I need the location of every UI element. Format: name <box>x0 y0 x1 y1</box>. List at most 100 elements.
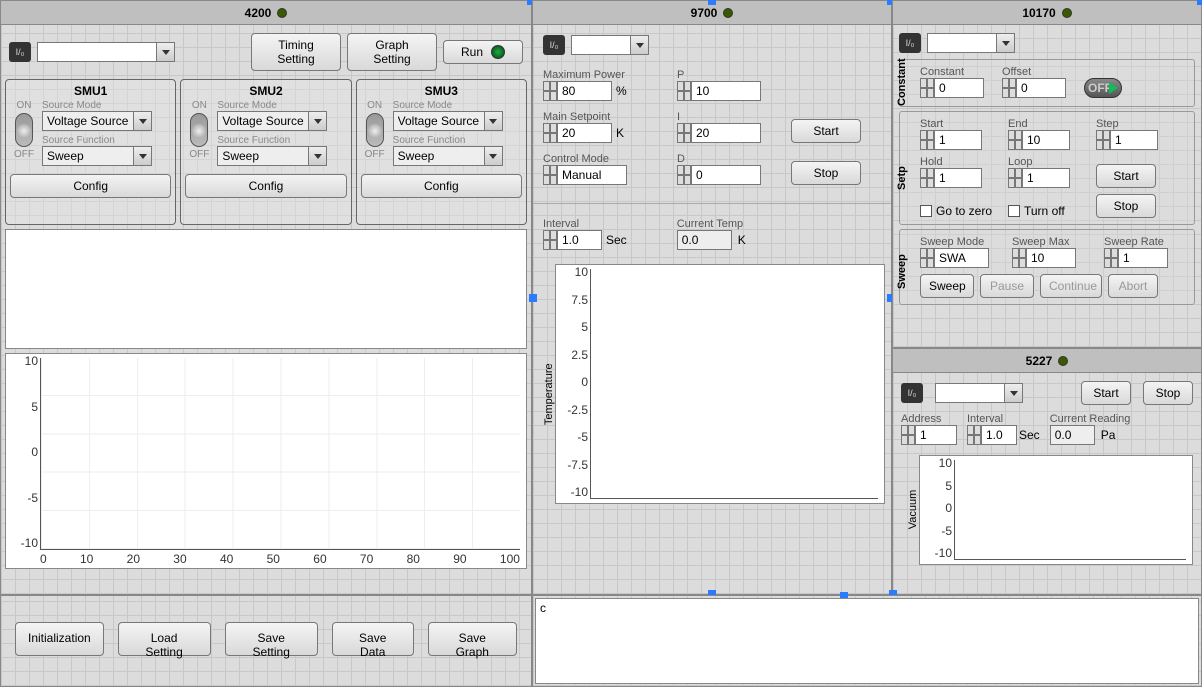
turn-off-checkbox[interactable]: Turn off <box>1008 204 1084 218</box>
offset-input[interactable] <box>1002 78 1066 98</box>
log-textarea[interactable]: c <box>535 598 1199 684</box>
visa-input[interactable] <box>935 383 1005 403</box>
save-graph-button[interactable]: Save Graph <box>428 622 517 656</box>
chevron-down-icon[interactable] <box>309 111 327 131</box>
chevron-down-icon[interactable] <box>485 111 503 131</box>
setpoint-label: Main Setpoint <box>543 111 663 123</box>
stop-9700-button[interactable]: Stop <box>791 161 861 185</box>
smu2-config-button[interactable]: Config <box>185 174 346 198</box>
save-data-button[interactable]: Save Data <box>332 622 414 656</box>
visa-select-5227[interactable] <box>935 383 1023 403</box>
visa-select-9700[interactable] <box>571 35 649 55</box>
pause-button[interactable]: Pause <box>980 274 1034 298</box>
loop-input[interactable] <box>1008 168 1084 188</box>
chevron-down-icon[interactable] <box>485 146 503 166</box>
interval-5227-label: Interval <box>967 413 1040 425</box>
smu2-source-func[interactable] <box>217 146 346 166</box>
smu2-toggle[interactable] <box>190 113 208 147</box>
on-label: ON <box>17 100 32 111</box>
smu2-panel: SMU2 ON OFF Source Mode Source Function <box>180 79 351 225</box>
visa-select-10170[interactable] <box>927 33 1015 53</box>
smu2-func-input[interactable] <box>217 146 309 166</box>
off-label: OFF <box>365 149 385 160</box>
yaxis-9700: 107.552.50-2.5-5-7.5-10 <box>560 265 588 499</box>
smu1-source-mode[interactable] <box>42 111 171 131</box>
graph-9700[interactable]: 107.552.50-2.5-5-7.5-10 <box>555 264 885 504</box>
smu3-mode-input[interactable] <box>393 111 485 131</box>
smu1-func-input[interactable] <box>42 146 134 166</box>
smu3-source-func[interactable] <box>393 146 522 166</box>
sweep-max-label: Sweep Max <box>1012 236 1096 248</box>
end-input[interactable] <box>1008 130 1084 150</box>
step-input[interactable] <box>1096 130 1172 150</box>
setp-start-button[interactable]: Start <box>1096 164 1156 188</box>
title-5227: 5227 <box>893 349 1201 373</box>
visa-input[interactable] <box>37 42 157 62</box>
run-button[interactable]: Run <box>443 40 523 64</box>
start-9700-button[interactable]: Start <box>791 119 861 143</box>
chevron-down-icon[interactable] <box>134 146 152 166</box>
chevron-down-icon[interactable] <box>309 146 327 166</box>
continue-button[interactable]: Continue <box>1040 274 1102 298</box>
smu3-title: SMU3 <box>361 84 522 98</box>
p-input[interactable] <box>677 81 777 101</box>
title-9700-text: 9700 <box>691 6 718 20</box>
address-input[interactable] <box>901 425 957 445</box>
chevron-down-icon[interactable] <box>157 42 175 62</box>
abort-button[interactable]: Abort <box>1108 274 1158 298</box>
smu1-config-button[interactable]: Config <box>10 174 171 198</box>
timing-setting-button[interactable]: Timing Setting <box>251 33 341 71</box>
ctrl-mode-input[interactable] <box>543 165 663 185</box>
sweep-mode-input[interactable] <box>920 248 1004 268</box>
title-10170-text: 10170 <box>1022 6 1055 20</box>
constant-input[interactable] <box>920 78 984 98</box>
chevron-down-icon[interactable] <box>134 111 152 131</box>
sweep-max-input[interactable] <box>1012 248 1096 268</box>
smu3-func-input[interactable] <box>393 146 485 166</box>
smu1-panel: SMU1 ON OFF Source Mode Source Function <box>5 79 176 225</box>
smu2-source-mode[interactable] <box>217 111 346 131</box>
current-reading-readout <box>1050 425 1095 445</box>
title-5227-text: 5227 <box>1026 354 1053 368</box>
hold-input[interactable] <box>920 168 996 188</box>
start-5227-button[interactable]: Start <box>1081 381 1131 405</box>
visa-input[interactable] <box>927 33 997 53</box>
graph-setting-button[interactable]: Graph Setting <box>347 33 437 71</box>
start-input[interactable] <box>920 130 996 150</box>
smu3-toggle[interactable] <box>366 113 384 147</box>
initialization-button[interactable]: Initialization <box>15 622 104 656</box>
ctrl-mode-label: Control Mode <box>543 153 663 165</box>
graph-5227[interactable]: 1050-5-10 <box>919 455 1193 565</box>
setp-stop-button[interactable]: Stop <box>1096 194 1156 218</box>
smu1-toggle[interactable] <box>15 113 33 147</box>
save-setting-button[interactable]: Save Setting <box>225 622 318 656</box>
smu2-mode-input[interactable] <box>217 111 309 131</box>
results-table[interactable] <box>5 229 527 349</box>
setpoint-input[interactable]: K <box>543 123 663 143</box>
go-to-zero-checkbox[interactable]: Go to zero <box>920 204 996 218</box>
smu1-source-func[interactable] <box>42 146 171 166</box>
load-setting-button[interactable]: Load Setting <box>118 622 211 656</box>
interval-9700-input[interactable]: Sec <box>543 230 627 250</box>
current-temp-label: Current Temp <box>677 218 746 230</box>
constant-switch[interactable]: OFF <box>1084 78 1122 98</box>
stop-5227-button[interactable]: Stop <box>1143 381 1193 405</box>
i-input[interactable] <box>677 123 777 143</box>
interval-5227-input[interactable]: Sec <box>967 425 1040 445</box>
visa-input[interactable] <box>571 35 631 55</box>
chevron-down-icon[interactable] <box>631 35 649 55</box>
visa-select-4200[interactable] <box>37 42 175 62</box>
max-power-input[interactable]: % <box>543 81 663 101</box>
smu3-source-mode[interactable] <box>393 111 522 131</box>
source-func-label: Source Function <box>217 135 346 146</box>
smu3-config-button[interactable]: Config <box>361 174 522 198</box>
sweep-rate-input[interactable] <box>1104 248 1188 268</box>
chevron-down-icon[interactable] <box>1005 383 1023 403</box>
graph-4200[interactable]: 1050-5-10 0102030405060708090100 <box>5 353 527 569</box>
smu1-mode-input[interactable] <box>42 111 134 131</box>
interval-label: Interval <box>543 218 627 230</box>
chevron-down-icon[interactable] <box>997 33 1015 53</box>
smu2-title: SMU2 <box>185 84 346 98</box>
d-input[interactable] <box>677 165 777 185</box>
sweep-button[interactable]: Sweep <box>920 274 974 298</box>
